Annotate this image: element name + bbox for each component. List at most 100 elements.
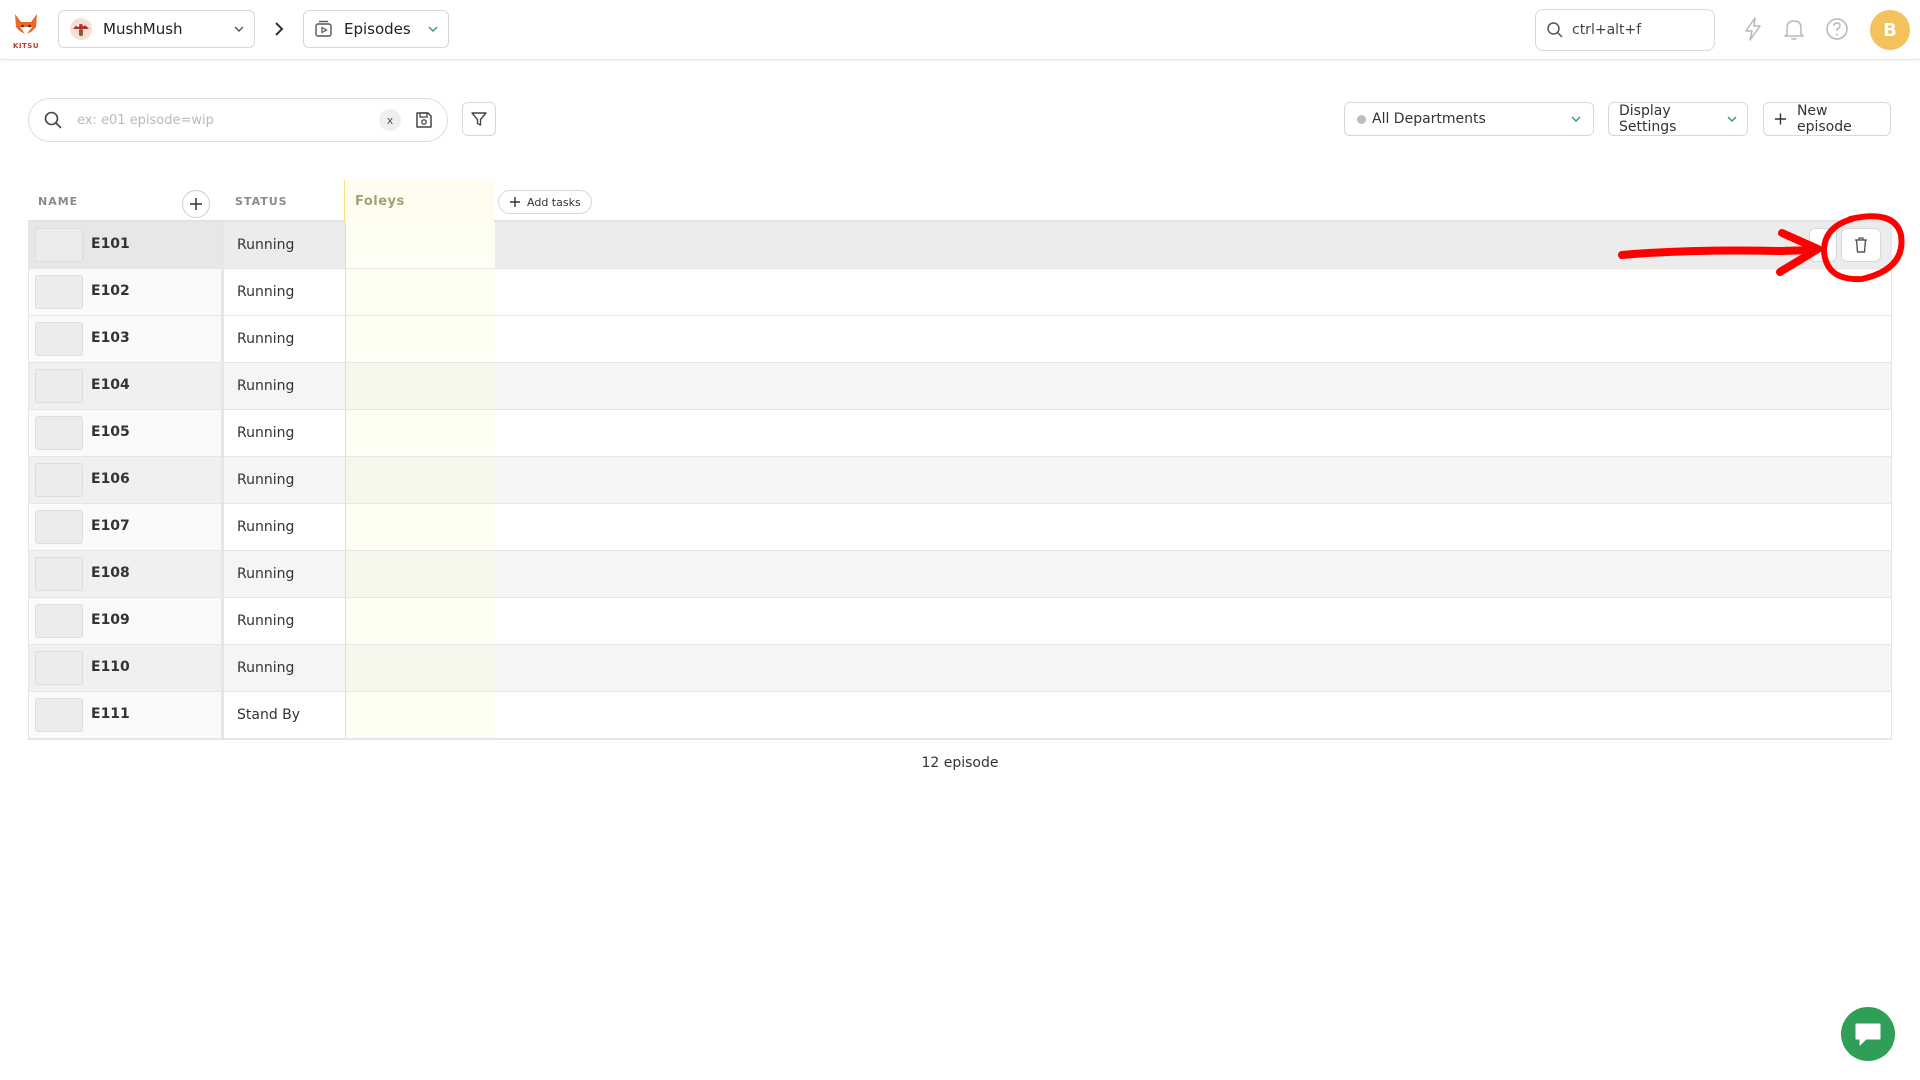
episode-thumbnail[interactable] bbox=[35, 275, 83, 309]
episode-thumbnail[interactable] bbox=[35, 369, 83, 403]
episode-thumbnail[interactable] bbox=[35, 557, 83, 591]
edit-button[interactable] bbox=[1809, 228, 1837, 262]
episode-name[interactable]: E105 bbox=[91, 424, 130, 440]
department-select[interactable]: All Departments bbox=[1344, 102, 1594, 136]
delete-button[interactable] bbox=[1841, 228, 1881, 262]
name-cell: E106 bbox=[29, 457, 224, 503]
episode-search-input[interactable]: ex: e01 episode=wip x bbox=[28, 98, 448, 142]
save-icon[interactable] bbox=[415, 111, 433, 129]
section-selector[interactable]: Episodes bbox=[303, 10, 449, 48]
fox-logo-icon bbox=[15, 14, 37, 35]
episode-thumbnail[interactable] bbox=[35, 698, 83, 732]
search-icon bbox=[1547, 22, 1563, 38]
help-icon[interactable] bbox=[1824, 16, 1850, 42]
chevron-right-icon bbox=[275, 22, 284, 36]
foleys-task-cell[interactable] bbox=[345, 504, 495, 550]
episode-name[interactable]: E108 bbox=[91, 565, 130, 581]
plus-icon bbox=[1774, 113, 1787, 125]
table-row[interactable]: E103 Running bbox=[29, 316, 1891, 363]
table-row[interactable]: E102 Running bbox=[29, 269, 1891, 316]
status-cell: Running bbox=[237, 519, 295, 535]
episode-name[interactable]: E106 bbox=[91, 471, 130, 487]
plus-icon bbox=[510, 197, 520, 207]
foleys-task-cell[interactable] bbox=[345, 598, 495, 644]
table-row[interactable]: E110 Running bbox=[29, 645, 1891, 692]
name-cell: E102 bbox=[29, 269, 224, 315]
status-cell: Running bbox=[237, 566, 295, 582]
episode-name[interactable]: E110 bbox=[91, 659, 130, 675]
foleys-task-cell[interactable] bbox=[345, 269, 495, 315]
chevron-down-icon bbox=[1571, 116, 1581, 122]
episode-name[interactable]: E107 bbox=[91, 518, 130, 534]
table-row[interactable]: E101 Running bbox=[29, 222, 1891, 269]
section-name: Episodes bbox=[344, 20, 411, 38]
foleys-task-cell[interactable] bbox=[345, 692, 495, 738]
lightning-icon[interactable] bbox=[1740, 16, 1766, 42]
search-icon bbox=[44, 111, 62, 129]
status-column-header[interactable]: STATUS bbox=[235, 180, 288, 222]
table-row[interactable]: E104 Running bbox=[29, 363, 1891, 410]
status-cell: Running bbox=[237, 378, 295, 394]
episode-name[interactable]: E109 bbox=[91, 612, 130, 628]
name-cell: E110 bbox=[29, 645, 224, 691]
foleys-task-cell[interactable] bbox=[345, 222, 495, 268]
trash-icon bbox=[1855, 237, 1867, 253]
production-selector[interactable]: MushMush bbox=[58, 10, 255, 48]
filter-button[interactable] bbox=[462, 102, 496, 136]
episode-thumbnail[interactable] bbox=[35, 604, 83, 638]
user-avatar[interactable]: B bbox=[1870, 10, 1910, 50]
chevron-down-icon bbox=[428, 26, 438, 32]
episode-thumbnail[interactable] bbox=[35, 228, 83, 262]
plus-icon bbox=[190, 198, 202, 210]
foleys-task-cell[interactable] bbox=[345, 410, 495, 456]
status-cell: Running bbox=[237, 472, 295, 488]
new-episode-button[interactable]: New episode bbox=[1763, 102, 1891, 136]
episode-name[interactable]: E111 bbox=[91, 706, 130, 722]
chat-button[interactable] bbox=[1841, 1007, 1895, 1061]
chat-icon bbox=[1855, 1023, 1881, 1046]
episode-thumbnail[interactable] bbox=[35, 510, 83, 544]
table-body: E101 Running E102 Running E103 Running E… bbox=[28, 222, 1892, 740]
episode-thumbnail[interactable] bbox=[35, 463, 83, 497]
status-cell: Stand By bbox=[237, 707, 301, 723]
add-tasks-button[interactable]: Add tasks bbox=[498, 190, 592, 214]
foleys-column-header[interactable]: Foleys bbox=[344, 180, 494, 222]
episode-count: 12 episode bbox=[921, 755, 999, 771]
department-color-dot bbox=[1357, 114, 1366, 124]
table-row[interactable]: E108 Running bbox=[29, 551, 1891, 598]
table-row[interactable]: E106 Running bbox=[29, 457, 1891, 504]
table-row[interactable]: E105 Running bbox=[29, 410, 1891, 457]
add-metadata-column-button[interactable] bbox=[182, 190, 210, 218]
table-row[interactable]: E107 Running bbox=[29, 504, 1891, 551]
foleys-task-cell[interactable] bbox=[345, 316, 495, 362]
name-column-header[interactable]: NAME bbox=[38, 180, 78, 222]
status-cell: Running bbox=[237, 660, 295, 676]
foleys-task-cell[interactable] bbox=[345, 363, 495, 409]
episode-name[interactable]: E104 bbox=[91, 377, 130, 393]
foleys-task-cell[interactable] bbox=[345, 645, 495, 691]
bell-icon[interactable] bbox=[1781, 16, 1807, 42]
episode-name[interactable]: E103 bbox=[91, 330, 130, 346]
display-settings-button[interactable]: Display Settings bbox=[1608, 102, 1748, 136]
production-name: MushMush bbox=[103, 20, 183, 38]
episode-name[interactable]: E102 bbox=[91, 283, 130, 299]
name-cell: E104 bbox=[29, 363, 224, 409]
top-bar: KITSU MushMush Episodes ctrl+alt+f B bbox=[0, 0, 1920, 60]
kitsu-logo[interactable]: KITSU bbox=[10, 10, 42, 52]
search-placeholder: ex: e01 episode=wip bbox=[77, 112, 214, 128]
logo-text: KITSU bbox=[12, 42, 40, 50]
episode-thumbnail[interactable] bbox=[35, 651, 83, 685]
global-search-input[interactable]: ctrl+alt+f bbox=[1535, 9, 1715, 51]
table-header: NAME STATUS Foleys Add tasks bbox=[28, 180, 1892, 222]
table-row[interactable]: E109 Running bbox=[29, 598, 1891, 645]
clear-search-button[interactable]: x bbox=[379, 109, 401, 131]
name-cell: E103 bbox=[29, 316, 224, 362]
episode-name[interactable]: E101 bbox=[91, 236, 130, 252]
foleys-task-cell[interactable] bbox=[345, 551, 495, 597]
episode-thumbnail[interactable] bbox=[35, 416, 83, 450]
table-row[interactable]: E111 Stand By bbox=[29, 692, 1891, 739]
episode-thumbnail[interactable] bbox=[35, 322, 83, 356]
filter-icon bbox=[471, 112, 487, 126]
foleys-task-cell[interactable] bbox=[345, 457, 495, 503]
name-cell: E107 bbox=[29, 504, 224, 550]
